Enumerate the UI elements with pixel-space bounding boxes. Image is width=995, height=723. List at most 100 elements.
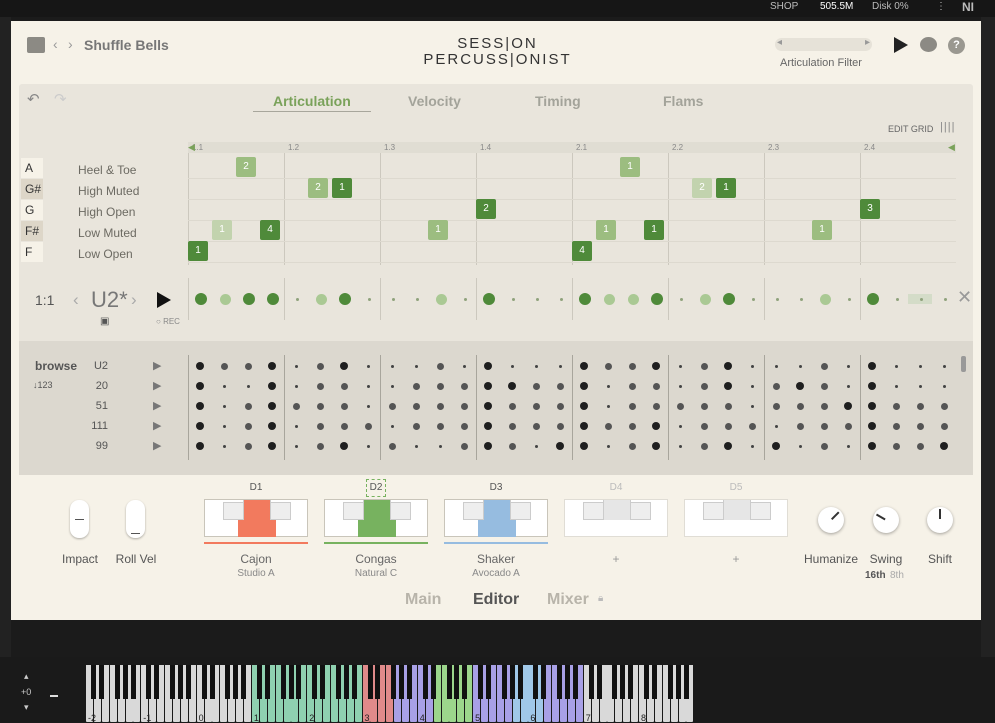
articulation-filter-slider[interactable]: ◂ ▸	[775, 37, 872, 51]
prev-pattern-icon[interactable]: ‹	[73, 290, 79, 310]
pattern-step-dot[interactable]	[723, 293, 735, 305]
piano-black-key[interactable]	[320, 665, 326, 699]
note-cell[interactable]: 1	[596, 220, 616, 240]
pattern-step-dot[interactable]	[243, 293, 255, 305]
piano-black-key[interactable]	[122, 665, 128, 699]
browse-row-name[interactable]: U2	[84, 360, 108, 372]
pattern-step-dot[interactable]	[315, 293, 327, 305]
piano-black-key[interactable]	[628, 665, 634, 699]
piano-black-key[interactable]	[486, 665, 491, 699]
pattern-step-dot[interactable]	[535, 297, 539, 301]
note-cell[interactable]: 1	[332, 178, 352, 198]
piano-black-key[interactable]	[501, 665, 507, 699]
pattern-step-dot[interactable]	[651, 293, 663, 305]
drum-slot-label[interactable]: D4	[606, 482, 626, 493]
nav-mixer[interactable]: Mixer	[547, 591, 589, 609]
note-cell[interactable]: 1	[716, 178, 736, 198]
pattern-step-dot[interactable]	[847, 297, 851, 301]
note-cell[interactable]: 1	[812, 220, 832, 240]
drum-name[interactable]: +	[684, 552, 788, 566]
piano-black-key[interactable]	[683, 665, 689, 699]
pattern-step-dot[interactable]	[339, 293, 351, 305]
note-cell[interactable]: 3	[860, 199, 880, 219]
browse-row-name[interactable]: 99	[84, 440, 108, 452]
tab-timing[interactable]: Timing	[535, 93, 581, 109]
browse-row-play-icon[interactable]: ▶	[153, 439, 161, 452]
pattern-step-dot[interactable]	[919, 297, 923, 301]
pattern-step-dot[interactable]	[391, 297, 395, 301]
piano-black-key[interactable]	[572, 665, 578, 699]
loop-start-icon[interactable]: ◀	[188, 142, 195, 153]
pattern-ratio[interactable]: 1:1	[35, 292, 54, 308]
drum-name[interactable]: +	[564, 552, 668, 566]
piano-black-key[interactable]	[478, 665, 484, 699]
next-pattern-icon[interactable]: ›	[131, 290, 137, 310]
tab-articulation[interactable]: Articulation	[273, 93, 351, 109]
save-icon[interactable]: ▣	[100, 316, 109, 327]
browse-row-name[interactable]: 20	[84, 380, 108, 392]
undo-icon[interactable]: ↶	[27, 90, 40, 108]
redo-icon[interactable]: ↷	[54, 90, 67, 108]
pattern-step-dot[interactable]	[295, 297, 299, 301]
piano-black-key[interactable]	[288, 665, 294, 699]
pattern-step-dot[interactable]	[699, 293, 711, 305]
piano-black-key[interactable]	[335, 665, 341, 699]
piano-black-key[interactable]	[343, 665, 349, 699]
browse-row-play-icon[interactable]: ▶	[153, 359, 161, 372]
note-cell[interactable]: 1	[620, 157, 640, 177]
piano-black-key[interactable]	[177, 665, 183, 699]
piano-black-key[interactable]	[367, 665, 373, 699]
piano-black-key[interactable]	[91, 665, 96, 699]
piano-black-key[interactable]	[201, 665, 207, 699]
pattern-step-dot[interactable]	[483, 293, 495, 305]
pattern-step-dot[interactable]	[627, 293, 639, 305]
pattern-step-dot[interactable]	[435, 293, 447, 305]
piano-black-key[interactable]	[565, 665, 570, 699]
piano-black-key[interactable]	[620, 665, 626, 699]
drum-slot-label[interactable]: D5	[726, 482, 746, 493]
piano-black-key[interactable]	[391, 665, 397, 699]
piano-black-key[interactable]	[407, 665, 412, 699]
loop-end-icon[interactable]: ◀	[948, 142, 955, 153]
drum-pad-1[interactable]	[204, 499, 308, 537]
piano-black-key[interactable]	[233, 665, 239, 699]
piano-black-key[interactable]	[557, 665, 563, 699]
tab-flams[interactable]: Flams	[663, 93, 703, 109]
knob-swing[interactable]	[873, 507, 899, 533]
preset-name[interactable]: Shuffle Bells	[84, 37, 169, 53]
sort-toggle[interactable]: ↓123	[33, 380, 53, 390]
piano-black-key[interactable]	[264, 665, 270, 699]
note-cell[interactable]: 2	[476, 199, 496, 219]
piano-black-key[interactable]	[209, 665, 215, 699]
pattern-step-dot[interactable]	[219, 293, 231, 305]
rec-button[interactable]: ○ REC	[156, 317, 180, 326]
note-cell[interactable]: 1	[188, 241, 208, 261]
piano-black-key[interactable]	[422, 665, 428, 699]
browse-row-name[interactable]: 51	[84, 400, 108, 412]
piano-black-key[interactable]	[588, 665, 594, 699]
pattern-step-dot[interactable]	[867, 293, 879, 305]
piano-black-key[interactable]	[675, 665, 681, 699]
note-cell[interactable]: 2	[236, 157, 256, 177]
pattern-step-dot[interactable]	[751, 297, 755, 301]
piano-black-key[interactable]	[446, 665, 452, 699]
knob-shift[interactable]	[927, 507, 953, 533]
pattern-step-dot[interactable]	[559, 297, 563, 301]
piano-black-key[interactable]	[399, 665, 405, 699]
note-key[interactable]: F#	[21, 221, 43, 241]
piano-black-key[interactable]	[644, 665, 649, 699]
browse-row-name[interactable]: 111	[84, 420, 108, 432]
piano-black-key[interactable]	[170, 665, 175, 699]
transpose-up-icon[interactable]: ▴	[24, 671, 29, 682]
transpose-down-icon[interactable]: ▾	[24, 702, 29, 713]
piano-black-key[interactable]	[256, 665, 262, 699]
piano-black-key[interactable]	[612, 665, 618, 699]
pattern-step-dot[interactable]	[603, 293, 615, 305]
piano-black-key[interactable]	[154, 665, 160, 699]
browse-scrollbar[interactable]	[961, 356, 966, 372]
piano-black-key[interactable]	[430, 665, 436, 699]
drum-pad-3[interactable]	[444, 499, 548, 537]
drum-pad-5[interactable]	[684, 499, 788, 537]
piano-black-key[interactable]	[280, 665, 286, 699]
piano-black-key[interactable]	[541, 665, 547, 699]
